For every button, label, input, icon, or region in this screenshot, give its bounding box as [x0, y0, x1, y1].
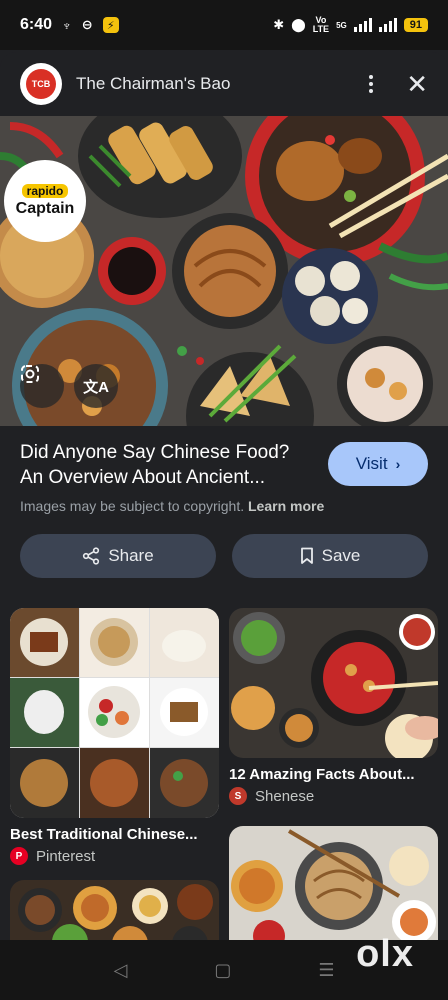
- share-label: Share: [108, 546, 154, 565]
- more-options-icon[interactable]: [364, 75, 378, 93]
- screen: 6:40 ♆ ⊖ ⚡ ✱ ⬤ Vo LTE 5G 91 TCB The Chai…: [0, 0, 448, 1000]
- related-images-grid: Best Traditional Chinese... P Pinterest: [0, 608, 448, 940]
- related-card-image: [10, 608, 219, 818]
- related-card-image: [229, 826, 438, 940]
- panel-header: TCB The Chairman's Bao ✕: [0, 52, 448, 116]
- action-row: Share Save: [0, 534, 448, 578]
- result-title-row: Did Anyone Say Chinese Food? An Overview…: [0, 426, 448, 490]
- badge-small-text: rapido: [21, 184, 69, 198]
- network-label: Vo LTE: [313, 16, 329, 34]
- related-card[interactable]: 12 Amazing Facts About... S Shenese: [229, 608, 438, 805]
- flash-icon: ⚡: [102, 17, 119, 33]
- related-card[interactable]: [229, 826, 438, 940]
- chevron-right-icon: ›: [395, 456, 401, 472]
- clock: 6:40: [20, 16, 53, 33]
- rapido-captain-badge: rapido Captain: [4, 160, 86, 242]
- main-image[interactable]: rapido Captain 文A: [0, 116, 448, 426]
- signal-label: 5G: [336, 20, 347, 30]
- signal-bars-2-icon: [378, 18, 397, 32]
- related-card-image: [10, 880, 219, 940]
- related-card-source-name: Pinterest: [36, 847, 96, 865]
- visit-label: Visit: [355, 454, 388, 473]
- battery-indicator: 91: [403, 18, 428, 32]
- related-card-source: S Shenese: [229, 787, 438, 805]
- site-logo-icon: TCB: [26, 69, 56, 99]
- bookmark-icon: [300, 547, 313, 564]
- related-card-source: P Pinterest: [10, 847, 219, 865]
- page-title[interactable]: Did Anyone Say Chinese Food? An Overview…: [20, 440, 310, 490]
- olx-watermark: olx: [356, 933, 414, 975]
- food-image: [0, 116, 448, 426]
- recents-button[interactable]: ☰: [318, 960, 334, 981]
- lens-icon[interactable]: [20, 364, 64, 408]
- learn-more-link[interactable]: Learn more: [248, 498, 324, 514]
- badge-big-text: Captain: [15, 200, 75, 217]
- lte-label: LTE: [312, 24, 330, 34]
- site-logo[interactable]: TCB: [20, 63, 62, 105]
- save-label: Save: [321, 546, 361, 565]
- translate-icon[interactable]: 文A: [74, 364, 118, 408]
- save-button[interactable]: Save: [232, 534, 428, 578]
- related-card-title: Best Traditional Chinese...: [10, 826, 198, 843]
- mask-icon: ⊖: [81, 17, 93, 32]
- visit-button[interactable]: Visit ›: [328, 442, 428, 486]
- signal-bars-icon: [353, 18, 372, 32]
- copyright-notice: Images may be subject to copyright. Lear…: [0, 498, 448, 514]
- shenese-icon: S: [229, 787, 247, 805]
- bluetooth-icon: ✱: [273, 17, 285, 32]
- related-card-title: 12 Amazing Facts About...: [229, 766, 415, 783]
- home-button[interactable]: ▢: [214, 960, 231, 981]
- related-card-image: [229, 608, 438, 758]
- related-card[interactable]: Best Traditional Chinese... P Pinterest: [10, 608, 219, 865]
- site-name[interactable]: The Chairman's Bao: [76, 74, 230, 94]
- status-bar: 6:40 ♆ ⊖ ⚡ ✱ ⬤ Vo LTE 5G 91: [0, 0, 448, 50]
- share-icon: [83, 547, 100, 565]
- notification-icon: ♆: [62, 17, 72, 33]
- related-card-source-name: Shenese: [255, 787, 315, 805]
- share-button[interactable]: Share: [20, 534, 216, 578]
- image-detail-panel: TCB The Chairman's Bao ✕ rapido Captain …: [0, 52, 448, 940]
- pinterest-icon: P: [10, 847, 28, 865]
- location-icon: ⬤: [291, 17, 306, 32]
- related-card[interactable]: [10, 880, 219, 940]
- copyright-text: Images may be subject to copyright.: [20, 498, 245, 514]
- back-button[interactable]: ◁: [114, 960, 128, 981]
- close-icon[interactable]: ✕: [406, 71, 428, 97]
